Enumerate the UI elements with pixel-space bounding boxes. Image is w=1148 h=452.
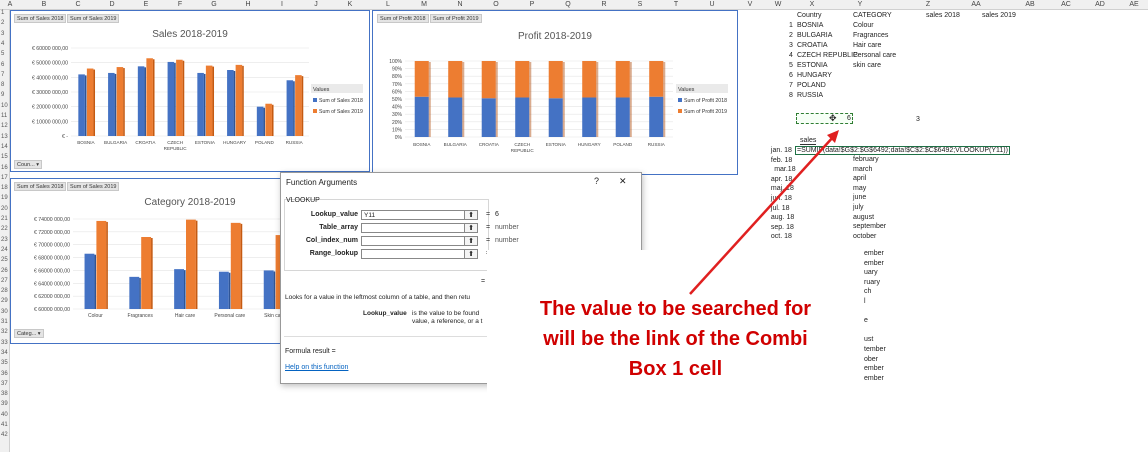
annotation-arrow: [689, 130, 839, 295]
